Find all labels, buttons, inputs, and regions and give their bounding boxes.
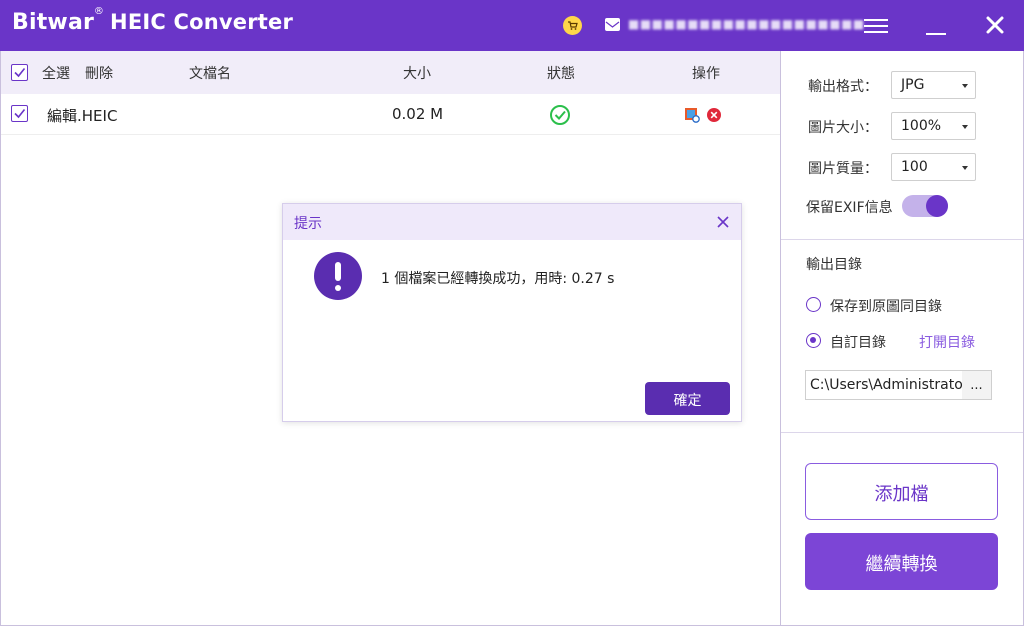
- settings-panel: 輸出格式： JPG 圖片大小： 100% 圖片質量： 100 保留EXIF信息 …: [780, 51, 1024, 626]
- keep-exif-toggle[interactable]: [902, 195, 948, 217]
- delete-button[interactable]: 刪除: [85, 63, 113, 83]
- minimize-icon[interactable]: [924, 14, 948, 38]
- image-size-select[interactable]: 100%: [891, 112, 976, 140]
- dialog-message: 1 個檔案已經轉換成功，用時: 0.27 s: [381, 271, 615, 287]
- row-checkbox[interactable]: [11, 105, 28, 122]
- divider: [781, 432, 1023, 433]
- brand-name: Bitwar ®: [12, 6, 105, 35]
- column-size: 大小: [403, 66, 431, 82]
- dialog-header: 提示: [283, 204, 741, 240]
- divider: [781, 239, 1023, 240]
- table-row[interactable]: 編輯.HEIC 0.02 M: [1, 94, 780, 135]
- output-format-value: JPG: [901, 77, 925, 93]
- notice-dialog: 提示 1 個檔案已經轉換成功，用時: 0.27 s 確定: [282, 203, 742, 422]
- account-email[interactable]: ■■■■■■■■■■■■■■■■■■■■: [628, 17, 865, 31]
- output-format-label: 輸出格式：: [808, 79, 878, 95]
- success-check-icon: [549, 104, 571, 130]
- column-status: 狀態: [547, 66, 575, 82]
- continue-convert-button[interactable]: 繼續轉換: [805, 533, 998, 590]
- radio-same-dir[interactable]: [806, 297, 821, 312]
- chevron-down-icon: [962, 125, 968, 129]
- ok-button[interactable]: 確定: [645, 382, 730, 415]
- output-path-field[interactable]: C:\Users\Administrator: [805, 370, 963, 400]
- image-size-value: 100%: [901, 118, 942, 134]
- same-dir-label[interactable]: 保存到原圖同目錄: [830, 296, 942, 316]
- registered-mark: ®: [93, 6, 105, 17]
- exclamation-icon: [314, 252, 362, 300]
- menu-icon[interactable]: [864, 15, 888, 35]
- select-all-label[interactable]: 全選: [42, 63, 70, 83]
- app-logo: Bitwar ® HEIC Converter: [12, 6, 294, 35]
- image-quality-select[interactable]: 100: [891, 153, 976, 181]
- mail-icon: [605, 18, 620, 31]
- open-dir-link[interactable]: 打開目錄: [919, 332, 975, 352]
- remove-icon[interactable]: [706, 107, 722, 127]
- output-dir-title: 輸出目錄: [806, 257, 862, 273]
- table-header: 全選 刪除 文檔名 大小 狀態 操作: [1, 51, 780, 94]
- keep-exif-label: 保留EXIF信息: [806, 200, 893, 216]
- column-action: 操作: [692, 66, 720, 82]
- column-filename: 文檔名: [189, 66, 231, 82]
- close-icon[interactable]: [983, 13, 1007, 37]
- add-file-button[interactable]: 添加檔: [805, 463, 998, 520]
- dialog-title: 提示: [294, 216, 322, 232]
- image-quality-value: 100: [901, 159, 928, 175]
- image-size-label: 圖片大小：: [808, 120, 878, 136]
- app-title: HEIC Converter: [110, 10, 294, 34]
- preview-icon[interactable]: [684, 107, 700, 127]
- chevron-down-icon: [962, 84, 968, 88]
- title-bar: Bitwar ® HEIC Converter ■■■■■■■■■■■■■■■■■…: [0, 0, 1024, 51]
- row-size: 0.02 M: [392, 105, 444, 123]
- row-filename: 編輯.HEIC: [47, 107, 118, 125]
- custom-dir-label[interactable]: 自訂目錄: [830, 332, 886, 352]
- toggle-knob: [926, 195, 948, 217]
- browse-button[interactable]: ...: [962, 370, 992, 400]
- select-all-checkbox[interactable]: [11, 64, 28, 81]
- close-icon[interactable]: [715, 214, 731, 230]
- image-quality-label: 圖片質量：: [808, 161, 878, 177]
- chevron-down-icon: [962, 166, 968, 170]
- radio-custom-dir[interactable]: [806, 333, 821, 348]
- cart-icon[interactable]: [563, 16, 582, 35]
- output-format-select[interactable]: JPG: [891, 71, 976, 99]
